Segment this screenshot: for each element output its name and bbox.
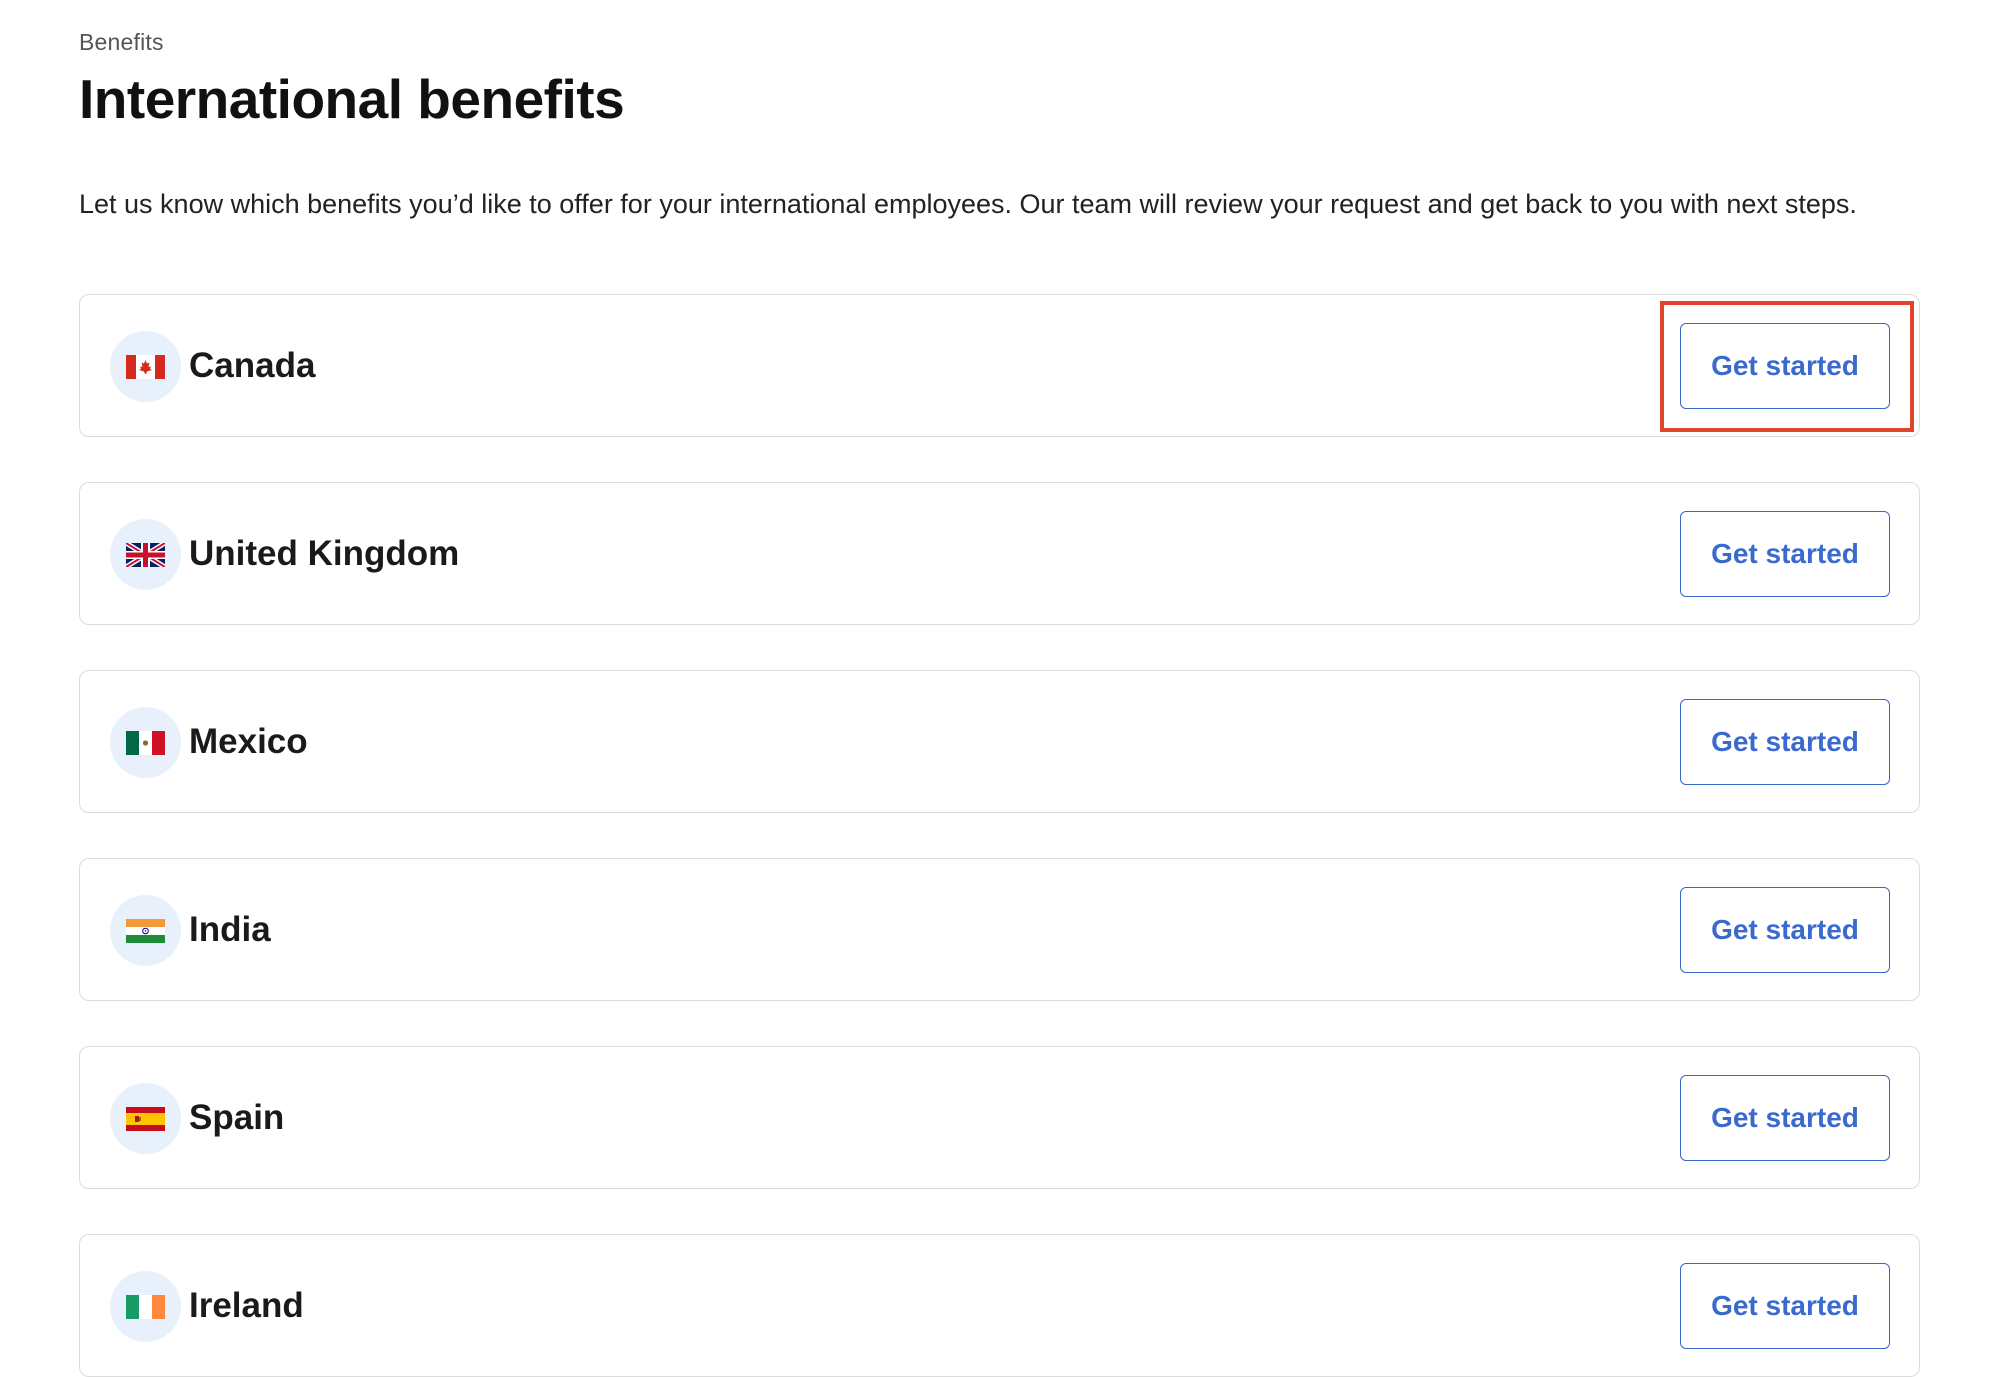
country-card-mexico: Mexico Get started — [79, 670, 1920, 813]
get-started-button-mexico[interactable]: Get started — [1680, 699, 1890, 785]
country-name: Mexico — [189, 722, 308, 761]
mexico-flag-icon — [126, 731, 165, 755]
country-card-spain: Spain Get started — [79, 1046, 1920, 1189]
get-started-button-united-kingdom[interactable]: Get started — [1680, 511, 1890, 597]
get-started-button-india[interactable]: Get started — [1680, 887, 1890, 973]
intro-text: Let us know which benefits you’d like to… — [79, 189, 1857, 219]
page-title: International benefits — [79, 68, 625, 130]
country-card-united-kingdom: United Kingdom Get started — [79, 482, 1920, 625]
india-flag-icon — [126, 919, 165, 943]
spain-flag-icon — [126, 1107, 165, 1131]
get-started-button-spain[interactable]: Get started — [1680, 1075, 1890, 1161]
uk-flag-icon — [126, 543, 165, 567]
country-name: United Kingdom — [189, 534, 460, 573]
flag-badge — [110, 1271, 181, 1342]
flag-badge — [110, 519, 181, 590]
ireland-flag-icon — [126, 1295, 165, 1319]
canada-flag-icon — [126, 355, 165, 379]
country-name: Canada — [189, 346, 316, 385]
flag-badge — [110, 331, 181, 402]
country-name: Ireland — [189, 1286, 304, 1325]
flag-badge — [110, 1083, 181, 1154]
breadcrumb[interactable]: Benefits — [79, 29, 164, 56]
country-card-ireland: Ireland Get started — [79, 1234, 1920, 1377]
country-card-india: India Get started — [79, 858, 1920, 1001]
get-started-button-canada[interactable]: Get started — [1680, 323, 1890, 409]
flag-badge — [110, 707, 181, 778]
country-card-canada: Canada Get started — [79, 294, 1920, 437]
get-started-button-ireland[interactable]: Get started — [1680, 1263, 1890, 1349]
country-name: Spain — [189, 1098, 285, 1137]
flag-badge — [110, 895, 181, 966]
country-name: India — [189, 910, 271, 949]
